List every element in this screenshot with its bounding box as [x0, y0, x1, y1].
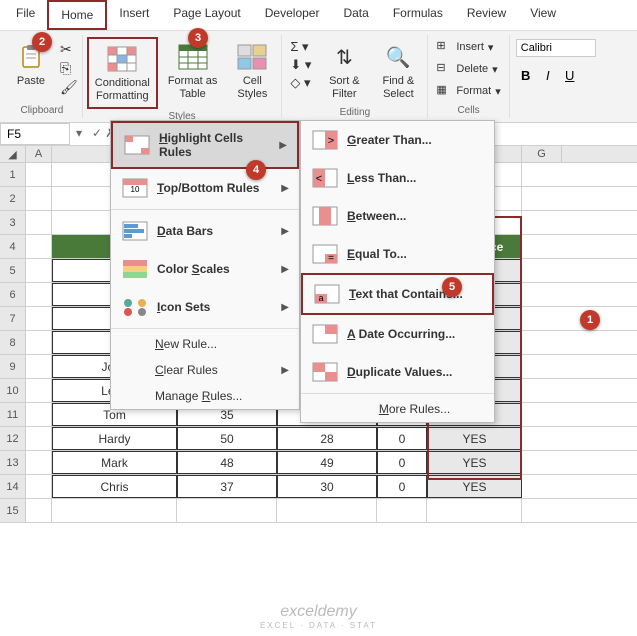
chevron-right-icon: ▶	[281, 226, 289, 237]
svg-text:10: 10	[131, 185, 140, 194]
menu-greater-than[interactable]: > Greater Than...	[301, 121, 494, 159]
menu-equal-to[interactable]: = Equal To...	[301, 235, 494, 273]
group-styles: Conditional Formatting Format as Table C…	[83, 35, 283, 118]
menu-icon-sets[interactable]: Icon Sets ▶	[111, 288, 299, 326]
chevron-right-icon: ▶	[281, 302, 289, 313]
cut-icon[interactable]: ✂	[60, 41, 78, 58]
chevron-right-icon: ▶	[281, 365, 289, 376]
svg-text:<: <	[316, 173, 322, 185]
find-select-button[interactable]: 🔍 Find & Select	[373, 37, 423, 105]
badge-2: 2	[32, 32, 52, 52]
delete-icon: ⊟	[436, 61, 452, 77]
group-font: B I U	[510, 35, 602, 118]
tab-review[interactable]: Review	[455, 0, 518, 30]
tab-data[interactable]: Data	[331, 0, 380, 30]
autosum-icon[interactable]: Σ ▾	[290, 39, 311, 55]
highlight-cells-icon	[123, 134, 151, 156]
cell-styles-button[interactable]: Cell Styles	[227, 37, 277, 105]
format-painter-icon[interactable]: 🖌	[60, 79, 78, 96]
chevron-right-icon: ▶	[281, 183, 289, 194]
format-cells-button[interactable]: ▦Format ▾	[432, 81, 504, 101]
table-row: 12Hardy50280YES	[0, 427, 637, 451]
tab-home[interactable]: Home	[47, 0, 107, 30]
menu-highlight-cells[interactable]: Highlight Cells Rules ▶	[111, 121, 299, 169]
badge-1: 1	[580, 310, 600, 330]
tab-pagelayout[interactable]: Page Layout	[161, 0, 252, 30]
svg-text:a: a	[318, 293, 323, 303]
tab-insert[interactable]: Insert	[107, 0, 161, 30]
iconsets-icon	[121, 296, 149, 318]
databars-icon	[121, 220, 149, 242]
watermark: exceldemy EXCEL · DATA · STAT	[260, 603, 377, 630]
conditional-formatting-menu: Highlight Cells Rules ▶ 10 Top/Bottom Ru…	[110, 120, 300, 410]
group-cells: ⊞Insert ▾ ⊟Delete ▾ ▦Format ▾ Cells	[428, 35, 509, 118]
badge-4: 4	[246, 160, 266, 180]
fill-icon[interactable]: ⬇ ▾	[290, 57, 311, 73]
format-as-table-button[interactable]: Format as Table	[162, 37, 224, 105]
date-icon	[311, 323, 339, 345]
menu-between[interactable]: Between...	[301, 197, 494, 235]
tab-developer[interactable]: Developer	[253, 0, 332, 30]
menu-less-than[interactable]: < Less Than...	[301, 159, 494, 197]
table-row: 13Mark48490YES	[0, 451, 637, 475]
chevron-right-icon: ▶	[281, 264, 289, 275]
badge-5: 5	[442, 277, 462, 297]
greater-than-icon: >	[311, 129, 339, 151]
topbottom-icon: 10	[121, 177, 149, 199]
sort-icon: ⇅	[328, 41, 360, 73]
cell-styles-icon	[236, 41, 268, 73]
highlight-cells-submenu: > Greater Than... < Less Than... Between…	[300, 120, 495, 423]
copy-icon[interactable]: ⎘	[60, 60, 78, 77]
menu-duplicate-values[interactable]: Duplicate Values...	[301, 353, 494, 391]
font-name-combo[interactable]	[516, 39, 596, 57]
col-A[interactable]: A	[26, 146, 52, 162]
ribbon-tabs: File Home Insert Page Layout Developer D…	[0, 0, 637, 31]
find-icon: 🔍	[382, 41, 414, 73]
menu-manage-rules[interactable]: Manage Rules...	[111, 383, 299, 409]
tab-file[interactable]: File	[4, 0, 47, 30]
tab-view[interactable]: View	[518, 0, 568, 30]
menu-data-bars[interactable]: Data Bars ▶	[111, 212, 299, 250]
text-contains-icon: a	[313, 283, 341, 305]
insert-icon: ⊞	[436, 39, 452, 55]
col-G[interactable]: G	[522, 146, 562, 162]
menu-more-rules[interactable]: More Rules...	[301, 396, 494, 422]
italic-button[interactable]: I	[538, 65, 558, 85]
clear-icon[interactable]: ◇ ▾	[290, 75, 311, 91]
conditional-formatting-button[interactable]: Conditional Formatting	[87, 37, 158, 109]
table-row: 15	[0, 499, 637, 523]
sort-filter-button[interactable]: ⇅ Sort & Filter	[319, 37, 369, 105]
menu-clear-rules[interactable]: Clear Rules▶	[111, 357, 299, 383]
menu-color-scales[interactable]: Color Scales ▶	[111, 250, 299, 288]
menu-date-occurring[interactable]: A Date Occurring...	[301, 315, 494, 353]
ribbon-toolbar: Paste ✂ ⎘ 🖌 Clipboard Conditional Format…	[0, 31, 637, 123]
chevron-right-icon: ▶	[279, 140, 287, 151]
duplicate-icon	[311, 361, 339, 383]
menu-new-rule[interactable]: New Rule...	[111, 331, 299, 357]
svg-text:>: >	[328, 135, 334, 147]
between-icon	[311, 205, 339, 227]
format-icon: ▦	[436, 83, 452, 99]
name-box[interactable]	[0, 123, 70, 145]
conditional-formatting-icon	[106, 43, 138, 75]
bold-button[interactable]: B	[516, 65, 536, 85]
badge-3: 3	[188, 28, 208, 48]
equal-icon: =	[311, 243, 339, 265]
svg-text:=: =	[328, 253, 334, 264]
insert-cells-button[interactable]: ⊞Insert ▾	[432, 37, 504, 57]
colorscales-icon	[121, 258, 149, 280]
delete-cells-button[interactable]: ⊟Delete ▾	[432, 59, 504, 79]
less-than-icon: <	[311, 167, 339, 189]
group-editing: Σ ▾ ⬇ ▾ ◇ ▾ ⇅ Sort & Filter 🔍 Find & Sel…	[282, 35, 428, 118]
menu-text-contains[interactable]: a Text that Contains...	[301, 273, 494, 315]
table-row: 14Chris37300YES	[0, 475, 637, 499]
underline-button[interactable]: U	[560, 65, 580, 85]
menu-top-bottom[interactable]: 10 Top/Bottom Rules ▶	[111, 169, 299, 207]
tab-formulas[interactable]: Formulas	[381, 0, 455, 30]
